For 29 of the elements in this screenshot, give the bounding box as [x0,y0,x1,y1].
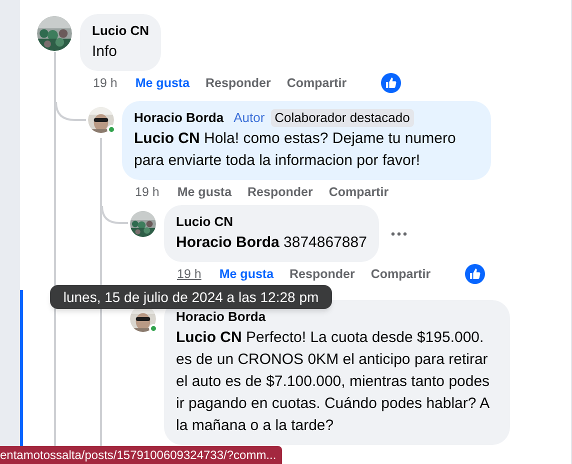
comment-action-link[interactable]: Responder [206,74,271,92]
timestamp-link[interactable]: 19 h [135,182,160,202]
comment-action-link[interactable]: Me gusta [135,74,190,92]
comment-text: Horacio Borda 3874867887 [176,233,367,253]
comment-action-link[interactable]: Responder [290,264,355,284]
comment-action-link[interactable]: Me gusta [219,264,274,284]
more-options-icon[interactable] [390,232,407,236]
comment-text: Info [92,42,118,62]
comment-action-link[interactable]: Compartir [286,74,347,92]
comment-action-link[interactable]: Responder [248,182,313,202]
comment-action-link[interactable]: Compartir [370,264,431,284]
comment-action-link[interactable]: Me gusta [177,182,232,202]
like-reaction-icon[interactable] [464,264,485,284]
author-name[interactable]: Horacio Borda [176,308,266,326]
thread-connector-line [55,102,86,121]
date-tooltip: lunes, 15 de julio de 2024 a las 12:28 pm [50,285,332,309]
author-name[interactable]: Lucio CN [92,22,150,40]
author-label: Autor [234,109,265,128]
timestamp-link[interactable]: 19 h [93,74,118,92]
status-bar-url: entamotossalta/posts/1579100609324733/?comm... [0,446,282,464]
thread-connector-line [101,206,128,224]
author-name[interactable]: Horacio Borda [134,109,224,127]
contributor-badge: Colaborador destacado [270,109,414,127]
timestamp-link[interactable]: 19 h [177,264,202,284]
comment-text: Lucio CN Hola! como estas? Dejame tu numero para enviarte toda la informacion por favor! [134,129,457,171]
comment-action-link[interactable]: Compartir [328,182,389,202]
author-name[interactable]: Lucio CN [176,213,234,231]
like-reaction-icon[interactable] [380,73,401,93]
comment-text: Lucio CN Perfecto! La cuota desde $195.000. es de un CRONOS 0KM el anticipo para retirar el auto es de $7.100.000, mientras tanto podes ir pagando en cuotas. Cuándo podes hablar? A la mañana o a la tarde? [176,328,491,436]
